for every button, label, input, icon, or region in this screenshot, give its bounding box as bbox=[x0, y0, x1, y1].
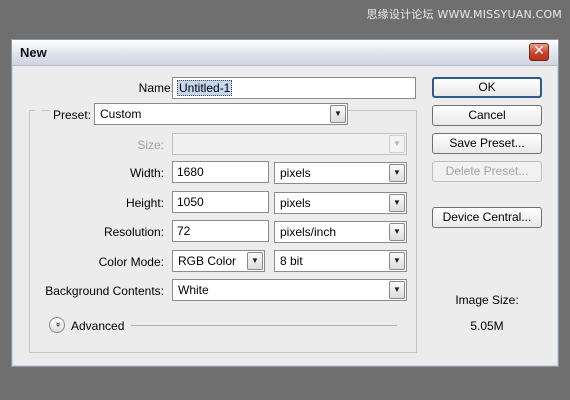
new-document-dialog: New ✕ Name: Untitled-1 Preset: Custom ▼ … bbox=[11, 39, 559, 367]
chevron-down-icon: ▼ bbox=[389, 164, 405, 182]
height-value: 1050 bbox=[177, 195, 204, 209]
chevron-down-icon: ▼ bbox=[389, 135, 405, 153]
name-input[interactable]: Untitled-1 bbox=[172, 77, 416, 99]
watermark: 思缘设计论坛 WWW.MISSYUAN.COM bbox=[366, 8, 562, 21]
advanced-divider bbox=[131, 325, 397, 326]
size-label: Size: bbox=[137, 138, 164, 152]
preset-value: Custom bbox=[100, 107, 142, 121]
device-central-button[interactable]: Device Central... bbox=[432, 207, 542, 228]
preset-label: Preset: bbox=[50, 108, 95, 122]
height-unit-value: pixels bbox=[280, 196, 311, 210]
save-preset-button[interactable]: Save Preset... bbox=[432, 133, 542, 154]
background-contents-value: White bbox=[178, 283, 209, 297]
ok-button[interactable]: OK bbox=[432, 77, 542, 98]
width-value: 1680 bbox=[177, 165, 204, 179]
resolution-unit-select[interactable]: pixels/inch ▼ bbox=[274, 221, 407, 243]
chevron-down-icon: ▼ bbox=[330, 105, 346, 123]
height-unit-select[interactable]: pixels ▼ bbox=[274, 192, 407, 214]
cancel-button[interactable]: Cancel bbox=[432, 105, 542, 126]
resolution-unit-value: pixels/inch bbox=[280, 225, 337, 239]
chevron-down-icon: ▼ bbox=[389, 223, 405, 241]
color-mode-value: RGB Color bbox=[178, 254, 237, 268]
width-input[interactable]: 1680 bbox=[172, 161, 269, 183]
chevron-down-icon: ▼ bbox=[389, 194, 405, 212]
color-mode-label: Color Mode: bbox=[98, 255, 164, 269]
image-size-label: Image Size: bbox=[455, 293, 519, 307]
resolution-label: Resolution: bbox=[103, 225, 164, 239]
preset-select[interactable]: Custom ▼ bbox=[94, 103, 348, 125]
color-mode-select[interactable]: RGB Color ▼ bbox=[172, 250, 265, 272]
chevron-down-icon: ▼ bbox=[389, 281, 405, 299]
bit-depth-value: 8 bit bbox=[280, 254, 303, 268]
bit-depth-select[interactable]: 8 bit ▼ bbox=[274, 250, 407, 272]
advanced-label[interactable]: Advanced bbox=[71, 319, 124, 333]
expand-chevron-icon: » bbox=[52, 321, 63, 328]
chevron-down-icon: ▼ bbox=[389, 252, 405, 270]
name-label: Name: bbox=[138, 81, 174, 95]
height-label: Height: bbox=[125, 196, 164, 210]
delete-preset-button[interactable]: Delete Preset... bbox=[432, 161, 542, 182]
close-icon: ✕ bbox=[533, 43, 545, 59]
dialog-title: New bbox=[20, 45, 47, 60]
close-button[interactable]: ✕ bbox=[529, 43, 549, 61]
width-label: Width: bbox=[129, 166, 164, 180]
dialog-titlebar[interactable]: New ✕ bbox=[12, 40, 558, 66]
height-input[interactable]: 1050 bbox=[172, 191, 269, 213]
background-contents-select[interactable]: White ▼ bbox=[172, 279, 407, 301]
width-unit-select[interactable]: pixels ▼ bbox=[274, 162, 407, 184]
size-select[interactable]: ▼ bbox=[172, 133, 407, 155]
chevron-down-icon: ▼ bbox=[247, 252, 263, 270]
resolution-value: 72 bbox=[177, 224, 191, 238]
width-unit-value: pixels bbox=[280, 166, 311, 180]
background-contents-label: Background Contents: bbox=[45, 284, 164, 298]
resolution-input[interactable]: 72 bbox=[172, 220, 269, 242]
image-size-value: 5.05M bbox=[470, 319, 504, 333]
advanced-toggle[interactable]: » bbox=[49, 317, 65, 333]
name-value: Untitled-1 bbox=[177, 80, 233, 96]
